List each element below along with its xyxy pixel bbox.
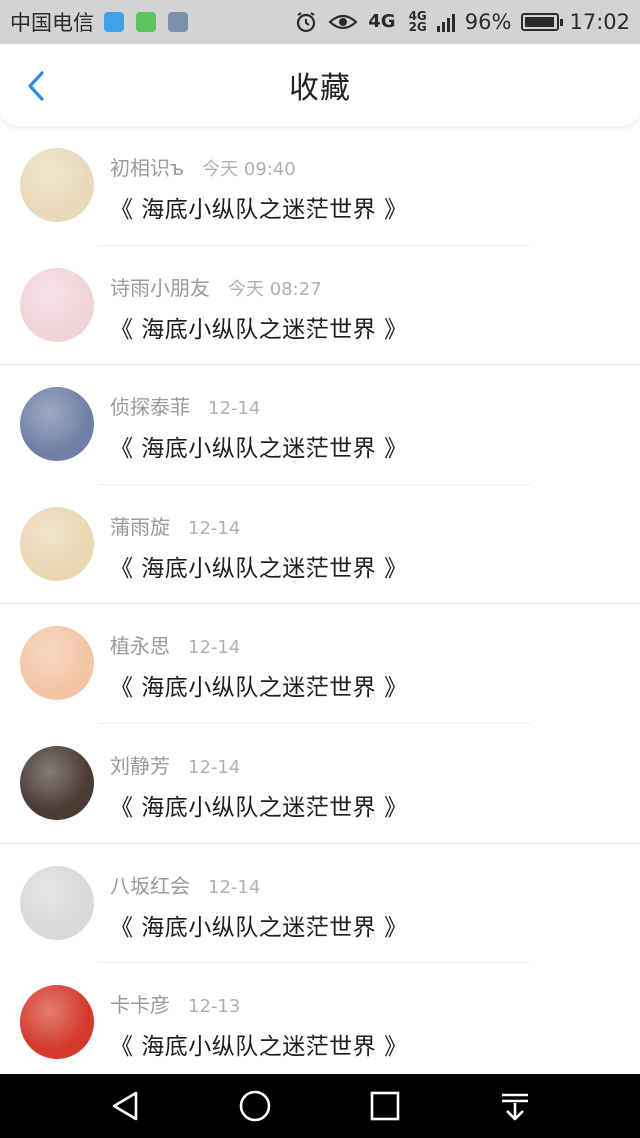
item-content: 八坂红会 12-14 《 海底小纵队之迷茫世界 》 bbox=[110, 870, 620, 942]
item-content: 诗雨小朋友 今天 08:27 《 海底小纵队之迷茫世界 》 bbox=[110, 272, 620, 344]
timestamp: 12-14 bbox=[208, 876, 261, 898]
book-title: 《 海底小纵队之迷茫世界 》 bbox=[110, 914, 408, 941]
item-content: 初相识ъ 今天 09:40 《 海底小纵队之迷茫世界 》 bbox=[110, 152, 620, 224]
timestamp: 12-13 bbox=[188, 996, 241, 1018]
book-title: 《 海底小纵队之迷茫世界 》 bbox=[110, 794, 408, 821]
back-nav-button[interactable] bbox=[103, 1084, 147, 1128]
header: 收藏 bbox=[0, 44, 640, 126]
status-bar: 中国电信 4G 4G 2G 96% 17:02 bbox=[0, 0, 640, 44]
book-title: 《 海底小纵队之迷茫世界 》 bbox=[110, 197, 408, 223]
avatar[interactable] bbox=[20, 745, 94, 820]
notification-pull-button[interactable] bbox=[493, 1084, 537, 1128]
book-title: 《 海底小纵队之迷茫世界 》 bbox=[110, 555, 408, 582]
timestamp: 今天 08:27 bbox=[228, 278, 322, 300]
avatar[interactable] bbox=[20, 985, 94, 1060]
avatar[interactable] bbox=[20, 865, 94, 940]
app-notification-icon bbox=[104, 12, 124, 32]
avatar[interactable] bbox=[20, 626, 94, 701]
item-content: 卡卡彦 12-13 《 海底小纵队之迷茫世界 》 bbox=[110, 989, 620, 1061]
avatar[interactable] bbox=[20, 387, 94, 462]
page-title: 收藏 bbox=[289, 71, 351, 106]
timestamp: 12-14 bbox=[188, 756, 241, 778]
square-recents-icon bbox=[370, 1091, 400, 1121]
navigation-bar bbox=[0, 1074, 640, 1138]
item-content: 刘静芳 12-14 《 海底小纵队之迷茫世界 》 bbox=[110, 750, 620, 822]
list-item[interactable]: 八坂红会 12-14 《 海底小纵队之迷茫世界 》 bbox=[0, 844, 640, 964]
item-meta: 初相识ъ 今天 09:40 bbox=[110, 152, 620, 184]
item-content: 侦探泰菲 12-14 《 海底小纵队之迷茫世界 》 bbox=[110, 391, 620, 463]
item-meta: 刘静芳 12-14 bbox=[110, 750, 620, 782]
list-item[interactable]: 刘静芳 12-14 《 海底小纵队之迷茫世界 》 bbox=[0, 724, 640, 844]
back-button[interactable] bbox=[18, 66, 54, 106]
chevron-left-icon bbox=[28, 71, 44, 101]
book-title: 《 海底小纵队之迷茫世界 》 bbox=[110, 436, 408, 463]
item-meta: 卡卡彦 12-13 bbox=[110, 989, 620, 1021]
signal-icon bbox=[436, 12, 455, 32]
clock: 17:02 bbox=[569, 10, 630, 34]
circle-home-icon bbox=[239, 1090, 271, 1122]
item-meta: 八坂红会 12-14 bbox=[110, 870, 620, 902]
timestamp: 今天 09:40 bbox=[202, 159, 296, 180]
item-content: 植永思 12-14 《 海底小纵队之迷茫世界 》 bbox=[110, 630, 620, 702]
item-meta: 植永思 12-14 bbox=[110, 630, 620, 662]
recents-nav-button[interactable] bbox=[363, 1084, 407, 1128]
avatar[interactable] bbox=[20, 506, 94, 581]
username: 刘静芳 bbox=[110, 753, 170, 778]
avatar[interactable] bbox=[20, 148, 94, 222]
avatar[interactable] bbox=[20, 267, 94, 342]
favorites-list: 初相识ъ 今天 09:40 《 海底小纵队之迷茫世界 》诗雨小朋友 今天 08:27 《… bbox=[0, 126, 640, 1083]
list-item[interactable]: 植永思 12-14 《 海底小纵队之迷茫世界 》 bbox=[0, 604, 640, 724]
timestamp: 12-14 bbox=[188, 637, 241, 659]
list-item[interactable]: 初相识ъ 今天 09:40 《 海底小纵队之迷茫世界 》 bbox=[0, 126, 640, 246]
carrier-label: 中国电信 bbox=[10, 11, 94, 35]
username: 蒲雨旋 bbox=[110, 514, 170, 539]
item-meta: 侦探泰菲 12-14 bbox=[110, 391, 620, 423]
username: 侦探泰菲 bbox=[110, 395, 190, 420]
book-title: 《 海底小纵队之迷茫世界 》 bbox=[110, 316, 408, 343]
username: 初相识ъ bbox=[110, 156, 185, 180]
triangle-back-icon bbox=[112, 1091, 138, 1121]
list-item[interactable]: 卡卡彦 12-13 《 海底小纵队之迷茫世界 》 bbox=[0, 963, 640, 1083]
username: 植永思 bbox=[110, 634, 170, 659]
gallery-notification-icon bbox=[168, 12, 188, 32]
battery-percent: 96% bbox=[464, 10, 512, 34]
network-type-stack: 4G 2G bbox=[408, 9, 427, 34]
username: 诗雨小朋友 bbox=[110, 275, 210, 300]
pull-down-icon bbox=[502, 1093, 528, 1121]
app-notification-icon bbox=[136, 12, 156, 32]
eye-comfort-icon bbox=[328, 14, 358, 30]
list-item[interactable]: 侦探泰菲 12-14 《 海底小纵队之迷茫世界 》 bbox=[0, 365, 640, 485]
username: 卡卡彦 bbox=[110, 993, 170, 1018]
item-meta: 蒲雨旋 12-14 bbox=[110, 511, 620, 543]
alarm-icon bbox=[297, 12, 316, 33]
item-content: 蒲雨旋 12-14 《 海底小纵队之迷茫世界 》 bbox=[110, 511, 620, 583]
timestamp: 12-14 bbox=[188, 517, 241, 539]
battery-icon bbox=[521, 13, 564, 31]
timestamp: 12-14 bbox=[208, 398, 261, 420]
home-nav-button[interactable] bbox=[233, 1084, 277, 1128]
username: 八坂红会 bbox=[110, 873, 190, 898]
item-meta: 诗雨小朋友 今天 08:27 bbox=[110, 272, 620, 304]
list-item[interactable]: 诗雨小朋友 今天 08:27 《 海底小纵队之迷茫世界 》 bbox=[0, 246, 640, 366]
book-title: 《 海底小纵队之迷茫世界 》 bbox=[110, 1034, 408, 1061]
book-title: 《 海底小纵队之迷茫世界 》 bbox=[110, 675, 408, 702]
list-item[interactable]: 蒲雨旋 12-14 《 海底小纵队之迷茫世界 》 bbox=[0, 485, 640, 605]
network-type-label: 4G bbox=[368, 10, 396, 32]
